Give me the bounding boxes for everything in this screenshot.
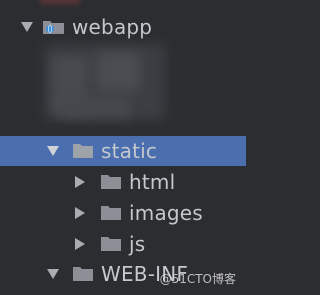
- chevron-right-icon[interactable]: [73, 175, 87, 189]
- tree-item-images[interactable]: images: [0, 198, 246, 228]
- project-tree: webapp static html images js WEB-INF @51…: [0, 0, 246, 295]
- obscured-region: [60, 96, 130, 118]
- tree-item-webapp[interactable]: webapp: [0, 12, 246, 42]
- folder-icon: [72, 265, 94, 282]
- tree-item-static[interactable]: static: [0, 136, 246, 166]
- folder-icon: [100, 235, 122, 252]
- chevron-down-icon[interactable]: [46, 144, 60, 158]
- tree-item-label: static: [101, 139, 158, 163]
- obscured-region: [96, 52, 140, 92]
- chevron-right-icon[interactable]: [73, 206, 87, 220]
- folder-icon: [100, 173, 122, 190]
- tree-item-label: webapp: [72, 15, 153, 39]
- folder-icon: [100, 204, 122, 221]
- web-module-folder-icon: [42, 18, 64, 35]
- folder-icon: [72, 142, 94, 159]
- tree-item-label: html: [129, 170, 176, 194]
- watermark: @51CTO博客: [159, 272, 236, 286]
- chevron-down-icon[interactable]: [46, 267, 60, 281]
- partially-hidden-item: [40, 0, 80, 4]
- tree-item-html[interactable]: html: [0, 167, 246, 197]
- tree-item-label: js: [129, 232, 146, 256]
- chevron-down-icon[interactable]: [20, 20, 34, 34]
- tree-item-label: images: [129, 201, 203, 225]
- tree-item-js[interactable]: js: [0, 229, 246, 259]
- chevron-right-icon[interactable]: [73, 237, 87, 251]
